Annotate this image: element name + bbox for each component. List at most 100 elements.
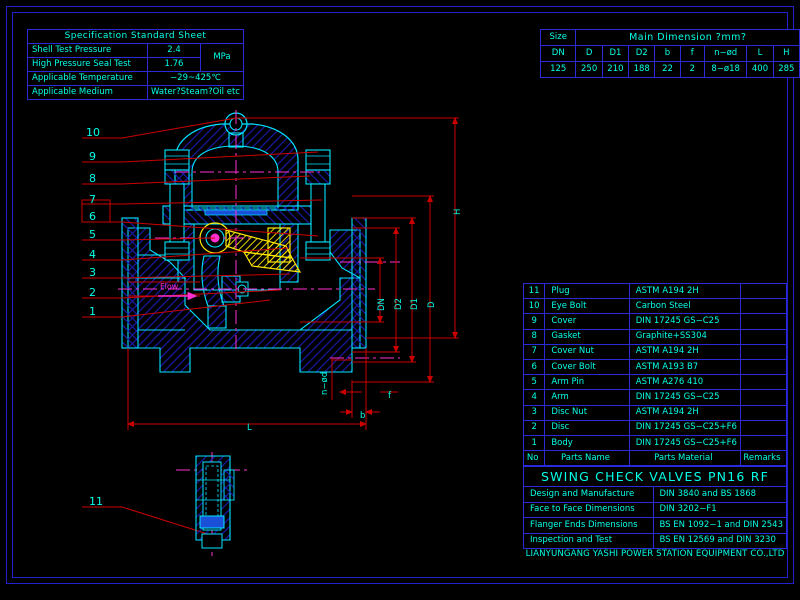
title-row: SWING CHECK VALVES PN16 RF <box>524 467 787 487</box>
dim-head-dn: DN <box>541 46 576 62</box>
dimension-label-d2: D2 <box>394 298 404 310</box>
spec-value-medium: Water?Steam?Oil etc <box>148 86 244 100</box>
dimension-label-d1: D1 <box>410 298 420 310</box>
table-row: 11PlugASTM A194 2H <box>524 284 787 299</box>
parts-cell-pmat: DIN 17245 GS−C25+F6 <box>629 435 740 450</box>
parts-list-table: 11PlugASTM A194 2H10Eye BoltCarbon Steel… <box>523 283 787 466</box>
spec-value-hp-seal-test: 1.76 <box>148 58 201 72</box>
parts-cell-no: 3 <box>524 405 545 420</box>
title-block: SWING CHECK VALVES PN16 RF Design and Ma… <box>523 466 787 549</box>
dim-val-d2: 188 <box>629 62 655 78</box>
table-row: 6Cover BoltASTM A193 B7 <box>524 359 787 374</box>
cad-drawing-canvas: Specification Standard Sheet Shell Test … <box>0 0 800 600</box>
dimension-label-h: H <box>453 209 463 215</box>
parts-cell-pmat: ASTM A276 410 <box>629 375 740 390</box>
table-row: Shell Test Pressure 2.4 MPa <box>28 44 244 58</box>
table-row: Applicable Temperature −29~425℃ <box>28 72 244 86</box>
table-row: Applicable Medium Water?Steam?Oil etc <box>28 86 244 100</box>
dim-value-row: 125 250 210 188 22 2 8−ø18 400 285 <box>541 62 800 78</box>
table-row: 9CoverDIN 17245 GS−C25 <box>524 314 787 329</box>
table-row: 4ArmDIN 17245 GS−C25 <box>524 390 787 405</box>
parts-cell-pname: Disc <box>545 420 629 435</box>
parts-header-material: Parts Material <box>629 451 740 466</box>
std-val-inspection: BS EN 12569 and DIN 3230 <box>654 533 787 549</box>
dim-val-l: 400 <box>747 62 773 78</box>
dim-head-d: D <box>576 46 602 62</box>
table-row: Inspection and Test BS EN 12569 and DIN … <box>524 533 787 549</box>
parts-cell-prem <box>740 329 786 344</box>
parts-cell-pname: Gasket <box>545 329 629 344</box>
parts-cell-prem <box>740 375 786 390</box>
parts-cell-prem <box>740 344 786 359</box>
spec-label-hp-seal-test: High Pressure Seal Test <box>28 58 148 72</box>
parts-cell-no: 8 <box>524 329 545 344</box>
callout-number-10: 10 <box>86 126 100 139</box>
dim-size-label: Size <box>541 30 576 46</box>
spec-label-medium: Applicable Medium <box>28 86 148 100</box>
parts-cell-pmat: Carbon Steel <box>629 299 740 314</box>
std-key-flange-ends: Flanger Ends Dimensions <box>524 518 654 534</box>
parts-cell-no: 6 <box>524 359 545 374</box>
parts-cell-pmat: Graphite+SS304 <box>629 329 740 344</box>
table-row: 3Disc NutASTM A194 2H <box>524 405 787 420</box>
dimension-label-dn: DN <box>377 298 387 311</box>
callout-number-9: 9 <box>89 150 96 163</box>
parts-cell-pname: Disc Nut <box>545 405 629 420</box>
table-row: 8GasketGraphite+SS304 <box>524 329 787 344</box>
callout-number-4: 4 <box>89 248 96 261</box>
dimension-label-nd: n−ød <box>320 372 330 395</box>
parts-cell-pname: Arm Pin <box>545 375 629 390</box>
callout-number-8: 8 <box>89 172 96 185</box>
company-name: LIANYUNGANG YASHI POWER STATION EQUIPMEN… <box>519 549 791 559</box>
parts-cell-no: 9 <box>524 314 545 329</box>
parts-cell-pmat: DIN 17245 GS−C25+F6 <box>629 420 740 435</box>
dim-val-h: 285 <box>773 62 799 78</box>
parts-cell-pmat: DIN 17245 GS−C25 <box>629 390 740 405</box>
callout-number-5: 5 <box>89 228 96 241</box>
dim-column-headers: DN D D1 D2 b f n−ød L H <box>541 46 800 62</box>
drawing-title: SWING CHECK VALVES PN16 RF <box>524 467 787 487</box>
parts-cell-pmat: ASTM A194 2H <box>629 284 740 299</box>
std-val-design: DIN 3840 and BS 1868 <box>654 487 787 503</box>
dim-title: Main Dimension ?mm? <box>576 30 800 46</box>
table-row: 7Cover NutASTM A194 2H <box>524 344 787 359</box>
callout-number-6: 6 <box>89 210 96 223</box>
main-dimension-table: Size Main Dimension ?mm? DN D D1 D2 b f … <box>540 29 800 78</box>
parts-cell-prem <box>740 390 786 405</box>
parts-cell-pname: Cover <box>545 314 629 329</box>
std-key-inspection: Inspection and Test <box>524 533 654 549</box>
dim-head-h: H <box>773 46 799 62</box>
parts-cell-no: 7 <box>524 344 545 359</box>
table-row: 10Eye BoltCarbon Steel <box>524 299 787 314</box>
parts-cell-pname: Body <box>545 435 629 450</box>
parts-header-no: No <box>524 451 545 466</box>
dim-head-b: b <box>655 46 680 62</box>
dim-head-f: f <box>680 46 704 62</box>
callout-number-1: 1 <box>89 305 96 318</box>
spec-value-temperature: −29~425℃ <box>148 72 244 86</box>
parts-cell-pmat: ASTM A193 B7 <box>629 359 740 374</box>
dim-header-row: Size Main Dimension ?mm? <box>541 30 800 46</box>
dim-val-f: 2 <box>680 62 704 78</box>
dimension-label-d: D <box>427 301 437 308</box>
parts-cell-pname: Eye Bolt <box>545 299 629 314</box>
flow-direction-label: Flow <box>160 282 178 291</box>
callout-number-11: 11 <box>89 495 103 508</box>
table-row: Face to Face Dimensions DIN 3202−F1 <box>524 502 787 518</box>
parts-cell-prem <box>740 284 786 299</box>
spec-label-shell-test: Shell Test Pressure <box>28 44 148 58</box>
callout-number-7: 7 <box>89 193 96 206</box>
dimension-label-b: b <box>360 411 365 421</box>
dim-head-nd: n−ød <box>704 46 746 62</box>
specification-standard-sheet: Specification Standard Sheet Shell Test … <box>27 29 244 100</box>
parts-cell-prem <box>740 359 786 374</box>
parts-cell-no: 2 <box>524 420 545 435</box>
dim-val-b: 22 <box>655 62 680 78</box>
parts-header-row: NoParts NameParts MaterialRemarks <box>524 451 787 466</box>
table-row: 1BodyDIN 17245 GS−C25+F6 <box>524 435 787 450</box>
dim-val-d: 250 <box>576 62 602 78</box>
table-row: 5Arm PinASTM A276 410 <box>524 375 787 390</box>
dimension-label-f: f <box>388 391 391 401</box>
parts-header-remarks: Remarks <box>740 451 786 466</box>
callout-number-3: 3 <box>89 266 96 279</box>
